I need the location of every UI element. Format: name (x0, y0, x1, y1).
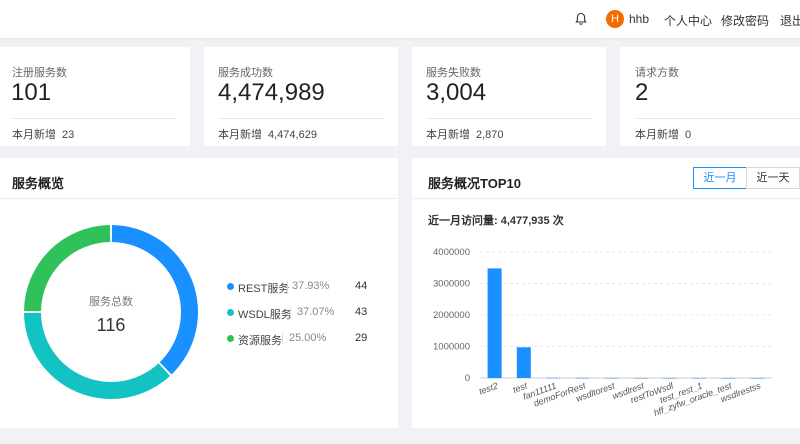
bar (692, 377, 706, 379)
stat-foot: 本月新增 4,474,629 (218, 129, 317, 141)
tab-last-day[interactable]: 近一天 (746, 167, 800, 189)
stat-card-success: 服务成功数 4,474,989 本月新增 4,474,629 (204, 47, 398, 146)
bar (516, 347, 531, 378)
divider (426, 118, 592, 119)
panel-title: 服务概览 (12, 176, 65, 191)
nav-logout[interactable]: 退出系统 (780, 12, 800, 29)
stat-label: 注册服务数 (12, 67, 67, 79)
legend-name: REST服务 (238, 283, 290, 295)
bar (487, 268, 502, 378)
legend-separator (287, 281, 288, 292)
nav-profile[interactable]: 个人中心 (664, 12, 712, 29)
legend-separator (290, 307, 291, 318)
tab-last-month[interactable]: 近一月 (693, 167, 747, 189)
bar (662, 377, 677, 379)
y-tick-label: 4000000 (433, 247, 470, 258)
y-tick-label: 0 (465, 373, 470, 384)
x-tick-label: test2 (478, 380, 500, 396)
divider (412, 198, 800, 199)
stat-value: 4,474,989 (218, 79, 325, 106)
bar (721, 377, 736, 379)
divider (218, 118, 384, 119)
legend-dot (227, 309, 234, 316)
divider (635, 118, 800, 119)
nav-change-password[interactable]: 修改密码 (721, 12, 769, 29)
legend-percent: 37.07% (297, 306, 335, 318)
donut-center-value: 116 (96, 315, 126, 335)
stat-foot: 本月新增 23 (12, 129, 75, 141)
bar (750, 377, 765, 379)
username[interactable]: hhb (629, 12, 649, 26)
legend-separator (282, 333, 283, 344)
donut-chart (24, 225, 199, 399)
legend-item-rest: REST服务 37.93% 44 (227, 279, 377, 295)
bell-icon[interactable] (574, 12, 588, 26)
legend-name: 资源服务 (238, 335, 282, 347)
stat-label: 服务失败数 (426, 67, 481, 79)
bar (546, 377, 560, 379)
bar (604, 377, 619, 379)
legend-count: 44 (355, 280, 368, 292)
stat-foot: 本月新增 0 (635, 129, 692, 141)
stat-card-failure: 服务失败数 3,004 本月新增 2,870 (412, 47, 606, 146)
stat-card-requesters: 请求方数 2 本月新增 0 (620, 47, 800, 146)
top-bar: H hhb 个人中心 修改密码 退出系统 (0, 0, 800, 38)
stat-card-registered: 注册服务数 101 本月新增 23 (0, 47, 190, 146)
legend-count: 29 (355, 332, 368, 344)
stat-value: 3,004 (426, 79, 487, 106)
bar (575, 377, 590, 379)
bar-chart: 01000000200000030000004000000test2 testfa… (433, 247, 772, 418)
panel-title: 服务概况TOP10 (428, 176, 521, 191)
legend-dot (227, 283, 234, 290)
visits-summary: 近一月访问量: 4,477,935 次 (428, 215, 564, 227)
overview-panel: 服务概览 服务总数 116 REST服务 37.93% 44 WSDL服务 37… (0, 158, 398, 428)
legend-percent: 37.93% (292, 280, 330, 292)
stat-value: 2 (635, 79, 649, 106)
divider (12, 118, 176, 119)
donut-center-label: 服务总数 (89, 296, 133, 308)
legend-dot (227, 335, 234, 342)
legend-name: WSDL服务 (238, 309, 292, 321)
legend-count: 43 (355, 306, 368, 318)
bar (633, 377, 648, 379)
y-tick-label: 3000000 (433, 279, 470, 290)
stat-value: 101 (11, 79, 52, 106)
stat-foot: 本月新增 2,870 (426, 129, 504, 141)
legend-item-wsdl: WSDL服务 37.07% 43 (227, 305, 377, 321)
y-tick-label: 2000000 (433, 310, 470, 321)
stat-label: 服务成功数 (218, 67, 273, 79)
avatar[interactable]: H (606, 10, 624, 28)
legend-item-resource: 资源服务 25.00% 29 (227, 331, 377, 347)
legend-percent: 25.00% (289, 332, 327, 344)
stat-label: 请求方数 (635, 67, 679, 79)
top10-panel: 服务概况TOP10 近一月 近一天 近一月访问量: 4,477,935 次 0 1… (412, 158, 800, 428)
y-tick-label: 1000000 (433, 342, 470, 353)
